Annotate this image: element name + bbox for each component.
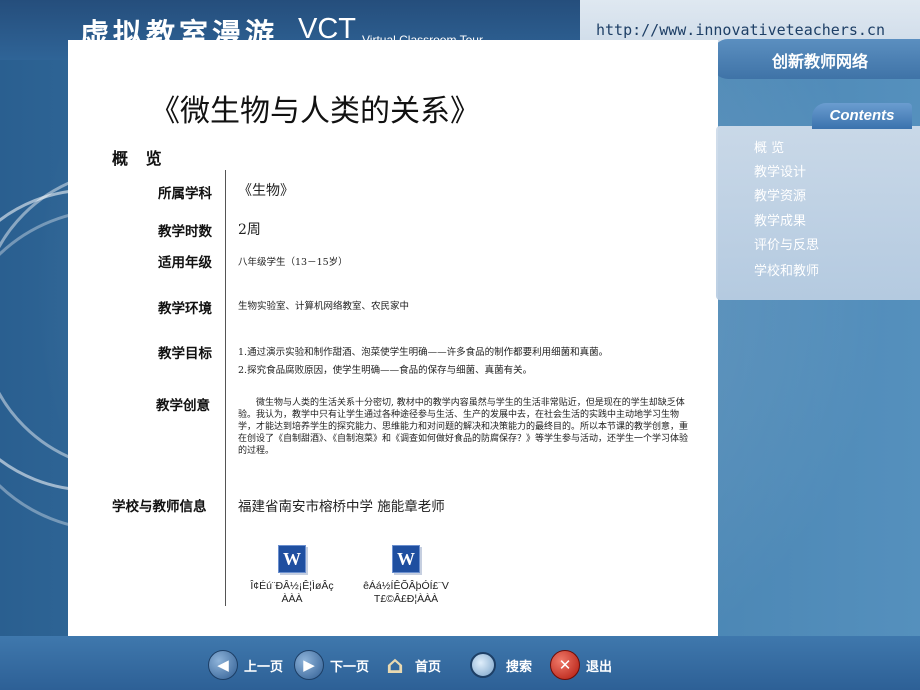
sidebar-item-resources[interactable]: 教学资源: [754, 185, 806, 204]
file-name-1-line1[interactable]: Î¢Éú¨ÐÂ½¡Ê¦ÌøÂç: [227, 580, 357, 593]
value-hours: 2周: [238, 222, 261, 238]
arrow-right-icon[interactable]: ▶: [294, 650, 324, 680]
file-name-1-line2[interactable]: ÀÀÀ: [227, 593, 357, 606]
file-link-2[interactable]: W êÁá½ÍÊÕÂþÓÍ£¨V T£©Â£Ð¦ÀÀÀ: [341, 545, 471, 606]
value-environment: 生物实验室、计算机网络教室、农民家中: [238, 301, 410, 312]
next-page-button[interactable]: ▶ 下一页: [294, 650, 369, 680]
word-doc-icon[interactable]: W: [392, 545, 420, 573]
file-name-2-line2[interactable]: T£©Â£Ð¦ÀÀÀ: [341, 593, 471, 606]
search-button[interactable]: 搜索: [470, 650, 532, 680]
network-label[interactable]: 创新教师网络: [772, 48, 868, 72]
label-goals: 教学目标: [158, 346, 212, 362]
search-label[interactable]: 搜索: [506, 656, 532, 675]
prev-page-button[interactable]: ◀ 上一页: [208, 650, 283, 680]
home-label[interactable]: 首页: [415, 656, 441, 675]
site-url[interactable]: http://www.innovativeteachers.cn: [596, 21, 885, 39]
sidebar-item-design[interactable]: 教学设计: [754, 161, 806, 180]
divider-line: [225, 170, 226, 606]
label-grade: 适用年级: [158, 255, 212, 271]
page-title: 《微生物与人类的关系》: [150, 94, 480, 129]
creativity-paragraph: 微生物与人类的生活关系十分密切, 教材中的教学内容虽然与学生的生活非常贴近，但是…: [238, 398, 689, 456]
label-subject: 所属学科: [158, 186, 212, 202]
sidebar-item-evaluation[interactable]: 评价与反思: [754, 234, 819, 253]
label-school-teacher: 学校与教师信息: [112, 499, 207, 515]
value-goal-1: 1.通过演示实验和制作甜酒、泡菜使学生明确——许多食品的制作都要利用细菌和真菌。: [238, 347, 609, 358]
value-goal-2: 2.探究食品腐败原因，使学生明确——食品的保存与细菌、真菌有关。: [238, 365, 533, 376]
value-grade: 八年级学生（13－15岁）: [238, 257, 348, 268]
file-name-2-line1[interactable]: êÁá½ÍÊÕÂþÓÍ£¨V: [341, 580, 471, 593]
label-hours: 教学时数: [158, 224, 212, 240]
bottom-nav-bar: [0, 636, 920, 690]
file-link-1[interactable]: W Î¢Éú¨ÐÂ½¡Ê¦ÌøÂç ÀÀÀ: [227, 545, 357, 606]
sidebar-item-overview[interactable]: 概 览: [754, 137, 784, 156]
value-school-teacher: 福建省南安市榕桥中学 施能章老师: [238, 499, 445, 515]
prev-page-label[interactable]: 上一页: [244, 656, 283, 675]
sidebar-item-results[interactable]: 教学成果: [754, 210, 806, 229]
home-icon[interactable]: ⌂: [381, 651, 409, 679]
exit-label[interactable]: 退出: [586, 656, 612, 675]
section-heading: 概 览: [112, 149, 168, 168]
contents-tab: Contents: [812, 103, 912, 129]
exit-button[interactable]: ✕ 退出: [550, 650, 612, 680]
label-creativity: 教学创意: [156, 398, 210, 414]
value-creativity: 微生物与人类的生活关系十分密切, 教材中的教学内容虽然与学生的生活非常贴近，但是…: [238, 397, 688, 457]
sidebar-item-school-teacher[interactable]: 学校和教师: [754, 260, 819, 279]
label-environment: 教学环境: [158, 301, 212, 317]
arrow-left-icon[interactable]: ◀: [208, 650, 238, 680]
close-icon[interactable]: ✕: [550, 650, 580, 680]
magnifier-icon[interactable]: [470, 652, 496, 678]
value-subject: 《生物》: [238, 183, 294, 199]
next-page-label[interactable]: 下一页: [330, 656, 369, 675]
app-frame: 虚拟教室漫游 VCT Virtual Classroom Tour http:/…: [0, 0, 920, 690]
home-button[interactable]: ⌂ 首页: [381, 650, 441, 680]
word-doc-icon[interactable]: W: [278, 545, 306, 573]
